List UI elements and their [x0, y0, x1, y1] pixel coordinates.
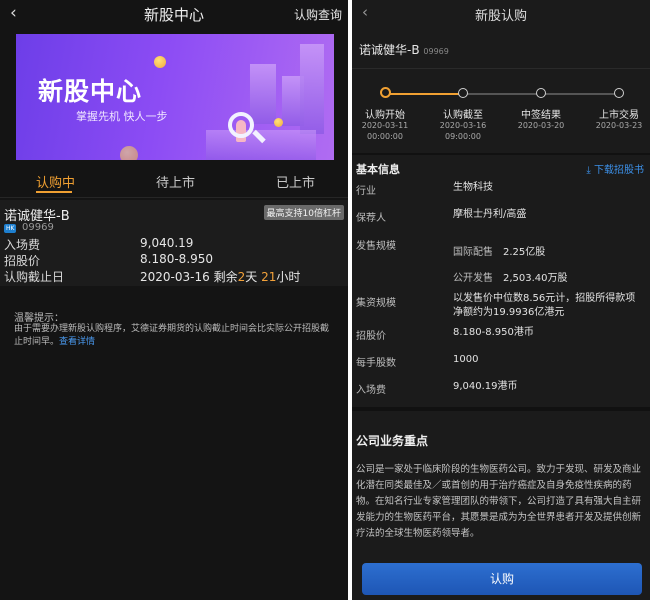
tab-listed[interactable]: 已上市 [276, 172, 315, 191]
offer-price-value: 8.180-8.950港币 [453, 327, 534, 338]
timeline-label-subscribe-start: 认购开始 [365, 110, 405, 121]
timeline-dot-listing [614, 88, 624, 98]
tab-subscribing[interactable]: 认购中 [36, 172, 75, 191]
magnifier-icon [228, 112, 254, 138]
offer-price-value: 8.180-8.950 [140, 252, 214, 266]
timeline-label-subscribe-end: 认购截至 [443, 110, 483, 121]
entry-fee-value: 9,040.19 [140, 236, 194, 250]
timeline-dot-allotment [536, 88, 546, 98]
stock-card[interactable]: 诺诚健华-B 最高支持10倍杠杆 HK 09969 入场费 9,040.19 招… [0, 200, 348, 286]
entry-fee-label: 入场费 [356, 385, 386, 396]
timeline-label-listing: 上市交易 [599, 110, 639, 121]
entry-fee-label: 入场费 [4, 238, 41, 252]
active-tab-indicator [36, 191, 72, 193]
listing-tabs: 认购中 待上市 已上市 [0, 168, 348, 196]
download-label: 下载招股书 [594, 165, 644, 176]
deadline-value: 2020-03-16 剩余2天 21小时 [140, 268, 300, 285]
public-offer-value: 2,503.40万股 [503, 273, 568, 284]
stock-code: 09969 [22, 222, 54, 233]
hour-unit: 小时 [276, 270, 301, 284]
sponsor-value: 摩根士丹利/高盛 [453, 209, 527, 220]
sponsor-label: 保荐人 [356, 213, 386, 224]
day-unit: 天 [245, 270, 258, 284]
top-bar: ‹ 新股中心 认购查询 [0, 0, 348, 28]
hint-text: 由于需要办理新股认购程序，艾德证券期货的认购截止时间会比实际公开招股截止时间早。… [14, 323, 334, 349]
ipo-center-screen: ‹ 新股中心 认购查询 新股中心 掌握先机 快人一步 认购中 待上市 已上市 诺… [0, 0, 348, 600]
divider [352, 153, 650, 155]
top-bar: ‹ 新股认购 [352, 0, 650, 28]
lot-size-value: 1000 [453, 354, 479, 365]
hint-title: 温馨提示： [14, 313, 64, 324]
leverage-badge: 最高支持10倍杠杆 [263, 205, 344, 220]
timeline-dot-subscribe-start [380, 87, 391, 98]
coin-icon [154, 56, 166, 68]
timeline-time: 09:00:00 [445, 132, 481, 141]
stock-name: 诺诚健华-B [359, 43, 420, 57]
timeline-date: 2020-03-20 [517, 121, 565, 130]
divider [0, 197, 348, 198]
ipo-subscribe-screen: ‹ 新股认购 诺诚健华-B 09969 认购开始 认购截至 中签结果 上市交易 … [352, 0, 650, 600]
stock-title: 诺诚健华-B 09969 [359, 41, 449, 58]
business-highlights-title: 公司业务重点 [356, 434, 429, 448]
basic-info-title: 基本信息 [356, 163, 400, 176]
fundraise-value: 以发售价中位数8.56元计，招股所得款项净额约为19.9936亿港元 [453, 293, 636, 318]
industry-value: 生物科技 [453, 182, 493, 193]
entry-fee-value: 9,040.19港币 [453, 381, 518, 392]
tower-decoration-icon [300, 44, 324, 134]
timeline-date: 2020-03-23 [595, 121, 643, 130]
banner-title: 新股中心 [38, 77, 143, 106]
divider [352, 68, 650, 69]
lot-size-label: 每手股数 [356, 358, 396, 369]
timeline-date: 2020-03-16 [439, 121, 487, 130]
deadline-date: 2020-03-16 [140, 270, 210, 284]
offer-scale-label: 发售规模 [356, 241, 396, 252]
remaining-hours: 21 [261, 270, 277, 284]
subscription-query-button[interactable]: 认购查询 [294, 6, 342, 23]
market-tag: HK [4, 224, 17, 233]
download-icon: ⤓ [586, 165, 591, 176]
timeline-date: 2020-03-11 [361, 121, 409, 130]
coin-icon [274, 118, 283, 127]
cube-decoration-icon [250, 64, 276, 124]
subscribe-button[interactable]: 认购 [362, 563, 642, 595]
industry-label: 行业 [356, 186, 376, 197]
timeline-label-allotment: 中签结果 [521, 110, 561, 121]
deadline-label: 认购截止日 [4, 270, 65, 284]
page-title: 新股认购 [474, 9, 527, 24]
timeline-dot-subscribe-end [458, 88, 468, 98]
coin-icon [120, 146, 138, 160]
intl-placing-value: 2.25亿股 [503, 247, 546, 258]
view-details-link[interactable]: 查看详情 [59, 337, 95, 347]
public-offer-label: 公开发售 [453, 273, 493, 284]
download-prospectus-link[interactable]: ⤓ 下载招股书 [586, 161, 644, 176]
divider [352, 407, 650, 411]
timeline-time: 00:00:00 [367, 132, 403, 141]
banner-subtitle: 掌握先机 快人一步 [76, 110, 168, 123]
business-highlights-text: 公司是一家处于临床阶段的生物医药公司。致力于发现、研发及商业化潜在同类最佳及／或… [356, 464, 642, 539]
offer-price-label: 招股价 [4, 254, 41, 268]
stock-code: 09969 [423, 47, 449, 56]
intl-placing-label: 国际配售 [453, 247, 493, 258]
fundraise-label: 集资规模 [356, 298, 396, 309]
offer-price-label: 招股价 [356, 331, 386, 342]
remaining-prefix: 剩余 [213, 270, 238, 284]
promo-banner[interactable]: 新股中心 掌握先机 快人一步 [16, 34, 334, 160]
timeline-progress [385, 93, 463, 95]
tab-pending-listing[interactable]: 待上市 [156, 172, 195, 191]
